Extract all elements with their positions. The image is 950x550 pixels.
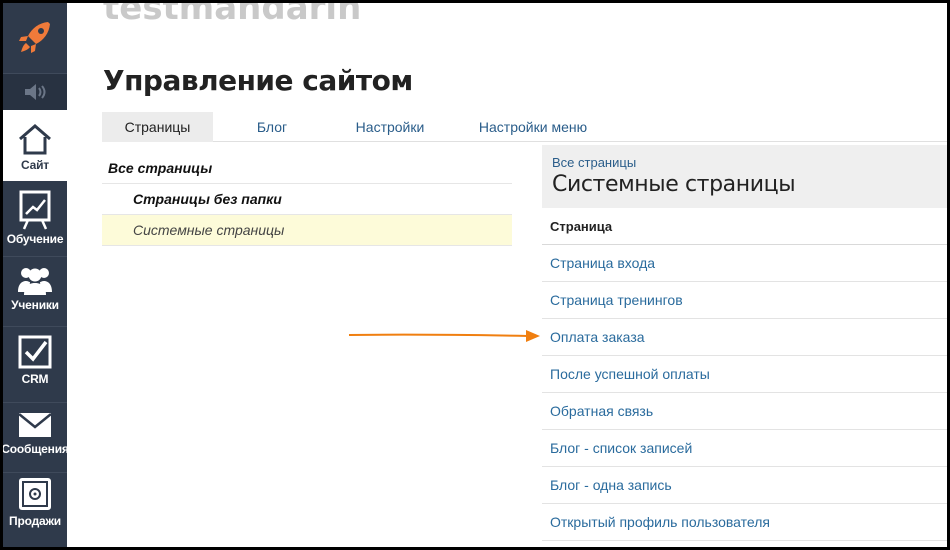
sidebar-item-crm[interactable]: CRM [3,332,67,400]
tab-blog[interactable]: Блог [221,112,323,142]
page-row[interactable]: Блог - список записей [542,430,948,467]
page-row[interactable]: После успешной оплаты [542,356,948,393]
sidebar-item-sales[interactable]: Продажи [3,476,67,538]
folder-system-pages[interactable]: Системные страницы [102,215,512,246]
column-header: Страница [542,208,948,245]
page-row[interactable]: Обратная связь [542,393,948,430]
logo[interactable] [3,0,67,74]
folder-all-pages[interactable]: Все страницы [102,153,512,184]
page-row[interactable]: Блог - одна запись [542,467,948,504]
checkbox-icon [18,335,52,369]
rocket-icon [19,21,50,53]
page-row[interactable]: Оплата заказа [542,319,948,356]
chart-board-icon [19,190,51,230]
sound-toggle[interactable] [3,74,67,110]
sidebar-item-students[interactable]: Ученики [3,262,67,324]
sidebar-item-label: CRM [21,372,49,386]
tab-settings[interactable]: Настройки [331,112,449,142]
sidebar-item-label: Ученики [11,298,59,312]
breadcrumb[interactable]: Все страницы [552,155,948,170]
page-row[interactable]: Страница тренингов [542,282,948,319]
sidebar-item-site[interactable]: Сайт [3,110,67,181]
sidebar-item-label: Продажи [9,514,61,528]
site-name: testmandarin [103,0,362,28]
sidebar-item-label: Обучение [6,232,64,246]
panel-title: Системные страницы [552,172,796,197]
mail-icon [18,413,52,437]
page-title: Управление сайтом [103,64,413,97]
page-row[interactable]: Страница входа [542,245,948,282]
tab-bar: Страницы Блог Настройки Настройки меню [102,112,948,142]
folder-list: Все страницы Страницы без папки Системны… [102,153,512,246]
page-row[interactable]: Открытый профиль пользователя [542,504,948,541]
folder-unsorted-pages[interactable]: Страницы без папки [102,184,512,215]
sidebar-item-messages[interactable]: Сообщения [1,408,69,470]
speaker-icon [25,84,46,100]
sidebar-item-label: Сообщения [1,442,69,456]
sidebar-item-learning[interactable]: Обучение [3,188,67,254]
pages-panel: Все страницы Системные страницы Страница… [542,145,948,541]
sidebar: Сайт Обучение Ученики CRM Сообщения Прод… [1,0,69,550]
safe-icon [19,478,51,510]
tab-pages[interactable]: Страницы [102,112,213,142]
users-icon [18,268,52,295]
sidebar-item-label: Сайт [21,158,49,172]
panel-header: Все страницы Системные страницы [542,145,948,208]
tab-menu-settings[interactable]: Настройки меню [463,112,603,142]
annotation-arrow [348,330,540,342]
home-icon [19,124,51,155]
